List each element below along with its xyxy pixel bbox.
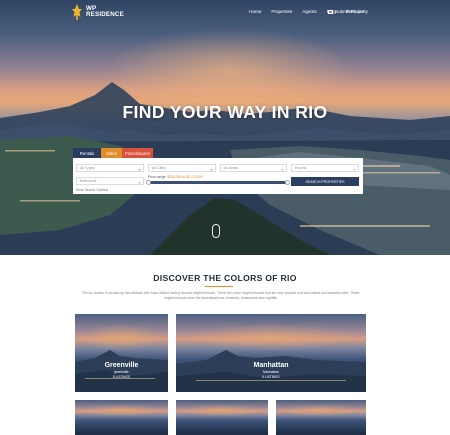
search-form: All Types ▼ All Cities ▼ All Areas ▼ Roo…: [73, 158, 363, 194]
types-select[interactable]: All Types ▼: [76, 164, 144, 172]
price-slider-max-handle[interactable]: [284, 179, 290, 185]
neighborhood-card-manhattan[interactable]: Manhattan Manhattan 5 LISTINGS: [176, 314, 366, 392]
chevron-down-icon: ▼: [137, 180, 141, 185]
nav-item-agents[interactable]: Agents: [302, 9, 316, 14]
card-title: Greenville: [104, 362, 139, 369]
page: WP RESIDENCE Home Properties Agents Blog…: [0, 0, 450, 435]
neighborhood-card[interactable]: [75, 400, 168, 435]
tab-sales[interactable]: Sales: [101, 148, 122, 158]
price-range-caption: Price range:: [148, 175, 167, 179]
nav-item-properties[interactable]: Properties: [271, 9, 292, 14]
price-range-label: Price range: $250,000 to $3,700,000: [148, 175, 203, 179]
types-select-value: All Types: [80, 166, 95, 170]
logo-icon: [72, 4, 82, 20]
chevron-down-icon: ▼: [352, 167, 356, 172]
card-area: Manhattan: [262, 370, 280, 374]
card-title: Manhattan: [253, 362, 289, 369]
hero-title: FIND YOUR WAY IN RIO: [122, 102, 328, 122]
tab-rentals[interactable]: Rentals: [73, 148, 101, 158]
card-listing-count: 8 LISTINGS: [112, 374, 131, 379]
submit-property-label: Submit Property: [335, 9, 368, 14]
more-search-options-link[interactable]: More Search Options: [76, 188, 108, 192]
chevron-down-icon: ▼: [280, 167, 284, 172]
card-listing-count: 5 LISTINGS: [262, 374, 280, 379]
hero-banner: WP RESIDENCE Home Properties Agents Blog…: [0, 0, 450, 255]
section-description: Rio de Janeiro is divided up into distri…: [82, 291, 360, 300]
submit-property-link[interactable]: Submit Property: [328, 9, 368, 14]
title-divider: [205, 286, 233, 288]
bedrooms-select-value: Bedrooms: [80, 179, 97, 183]
search-tabs: Rentals Sales Foreclosures: [73, 148, 153, 158]
chevron-down-icon: ▼: [209, 167, 213, 172]
card-image: [176, 400, 268, 435]
rooms-select-value: Rooms: [295, 166, 307, 170]
tab-foreclosures[interactable]: Foreclosures: [122, 148, 153, 158]
neighborhood-card[interactable]: [276, 400, 366, 435]
search-properties-button[interactable]: SEARCH PROPERTIES: [291, 177, 359, 186]
cities-select-value: All Cities: [152, 166, 166, 170]
top-navigation: WP RESIDENCE Home Properties Agents Blog…: [0, 0, 450, 26]
price-slider-track[interactable]: [148, 181, 287, 184]
areas-select[interactable]: All Areas ▼: [220, 164, 287, 172]
areas-select-value: All Areas: [224, 166, 239, 170]
neighborhood-card-greenville[interactable]: Greenville greenville 8 LISTINGS: [75, 314, 168, 392]
scroll-down-icon[interactable]: [212, 224, 220, 238]
logo-text-line2: RESIDENCE: [86, 11, 124, 18]
neighborhood-card[interactable]: [176, 400, 268, 435]
section-title: DISCOVER THE COLORS OF RIO: [153, 273, 297, 283]
submit-icon: [328, 9, 333, 14]
card-image: [75, 400, 168, 435]
card-area: greenville: [114, 370, 129, 374]
logo[interactable]: WP RESIDENCE: [72, 4, 124, 20]
cities-select[interactable]: All Cities ▼: [148, 164, 216, 172]
price-range-value: $250,000 to $3,700,000: [167, 175, 204, 179]
bedrooms-select[interactable]: Bedrooms ▼: [76, 177, 144, 185]
nav-item-home[interactable]: Home: [249, 9, 261, 14]
chevron-down-icon: ▼: [137, 167, 141, 172]
hero-cityscape-image: [0, 82, 450, 255]
price-slider-min-handle[interactable]: [145, 179, 151, 185]
card-image: [276, 400, 366, 435]
rooms-select[interactable]: Rooms ▼: [291, 164, 359, 172]
